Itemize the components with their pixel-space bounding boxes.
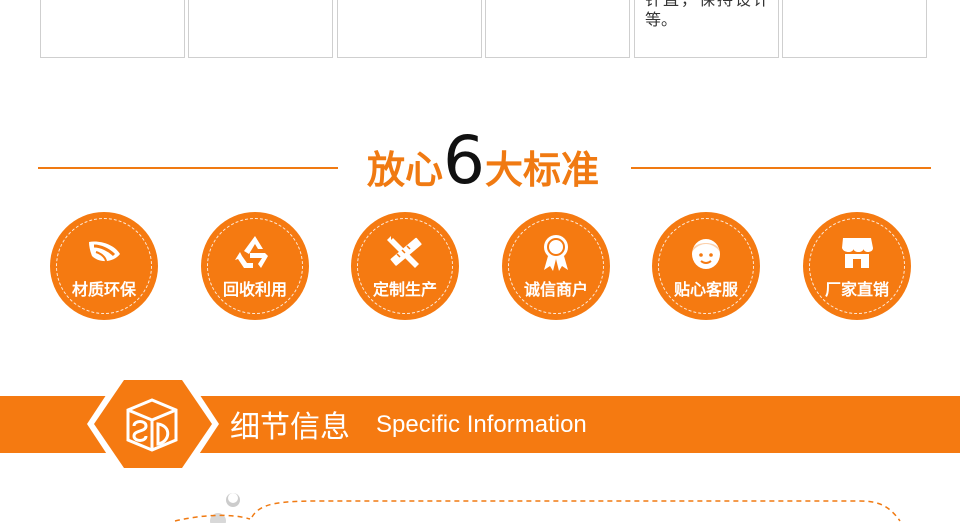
ruler-pencil-icon <box>387 236 422 268</box>
detail-title-cn: 细节信息 <box>230 410 350 445</box>
badge-label: 定制生产 <box>372 280 437 299</box>
table-cell <box>485 0 630 58</box>
heading-divider-left <box>38 167 338 169</box>
standards-title: 放心6大标准 <box>338 128 628 204</box>
customer-service-icon <box>692 239 720 269</box>
dashed-decoration <box>174 493 901 523</box>
leaf-icon <box>89 241 120 263</box>
detail-title-en: Specific Information <box>376 411 587 438</box>
award-ribbon-icon <box>544 235 568 271</box>
table-cell <box>40 0 185 58</box>
spec-table-bottom-row: 针直，保持设计 等。 <box>40 0 928 60</box>
badge-label: 回收利用 <box>222 280 287 299</box>
table-cell <box>188 0 333 58</box>
standards-title-number: 6 <box>443 122 485 199</box>
badge-custom-production: 定制生产 <box>351 212 459 320</box>
cell-cut-text: 针直，保持设计 <box>645 0 771 10</box>
cell-text: 等。 <box>645 10 678 29</box>
standards-title-suffix: 大标准 <box>485 148 600 192</box>
recycle-icon <box>235 236 268 268</box>
badge-label: 材质环保 <box>71 280 136 299</box>
badge-recycle: 回收利用 <box>201 212 309 320</box>
sd-box-logo-icon <box>87 374 219 474</box>
badge-label: 厂家直销 <box>824 280 889 299</box>
badge-eco-material: 材质环保 <box>50 212 158 320</box>
badge-honest-merchant: 诚信商户 <box>502 212 610 320</box>
badge-factory-direct: 厂家直销 <box>803 212 911 320</box>
table-cell: 针直，保持设计 等。 <box>634 0 779 58</box>
badge-caring-service: 贴心客服 <box>652 212 760 320</box>
storefront-icon <box>842 238 873 268</box>
badge-label: 贴心客服 <box>673 280 738 299</box>
heading-divider-right <box>631 167 931 169</box>
table-cell <box>782 0 927 58</box>
badge-label: 诚信商户 <box>523 280 588 299</box>
table-cell <box>337 0 482 58</box>
standards-title-prefix: 放心 <box>366 148 443 192</box>
